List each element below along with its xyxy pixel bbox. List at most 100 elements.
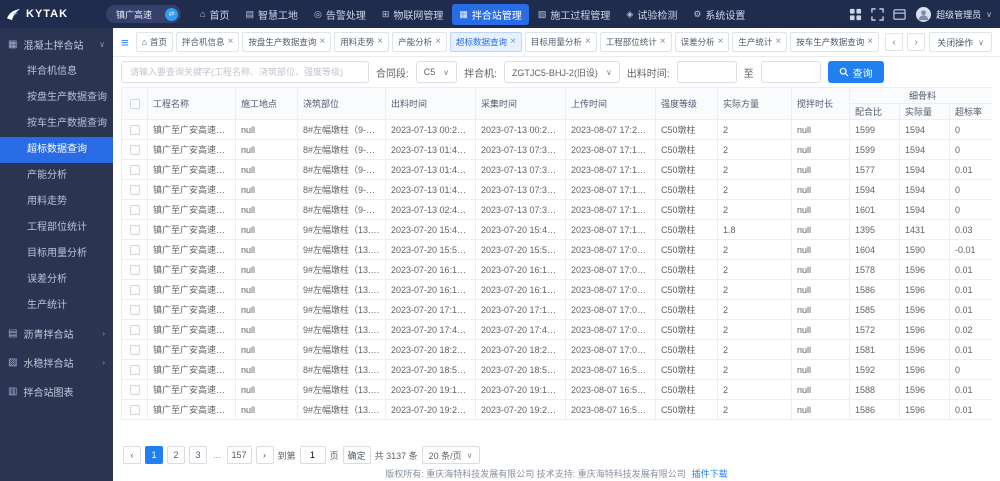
nav-item-智慧工地[interactable]: ▤ 智慧工地 [238,4,305,25]
nav-item-告警处理[interactable]: ◎ 告警处理 [307,4,373,25]
row-checkbox[interactable] [130,165,140,175]
row-checkbox[interactable] [130,285,140,295]
end-time-input[interactable] [761,61,821,83]
row-checkbox[interactable] [130,265,140,275]
collapse-sidebar-icon[interactable]: ≡ [121,35,129,50]
sidebar-item-工程部位统计[interactable]: 工程部位统计 [0,215,113,241]
tab-生产统计[interactable]: 生产统计 [732,32,787,52]
tab-按盘生产数据查询[interactable]: 按盘生产数据查询 [242,32,331,52]
project-selector[interactable]: 镇广高速 ⇄ [106,5,181,23]
close-icon[interactable] [718,37,724,47]
close-icon[interactable] [510,37,516,47]
next-page-button[interactable]: › [256,446,274,464]
row-checkbox[interactable] [130,205,140,215]
tab-用料走势[interactable]: 用料走势 [334,32,389,52]
goto-confirm-button[interactable]: 确定 [343,446,371,464]
sidebar-item-拌合机信息[interactable]: 拌合机信息 [0,59,113,85]
close-icon[interactable] [775,37,781,47]
search-button[interactable]: 查询 [828,61,884,83]
keyword-input[interactable] [121,61,369,83]
nav-item-系统设置[interactable]: ⚙ 系统设置 [686,4,752,25]
layout-icon[interactable] [893,8,906,21]
nav-item-物联网管理[interactable]: ⊞ 物联网管理 [375,4,451,25]
prev-page-button[interactable]: ‹ [123,446,141,464]
page-button[interactable]: 157 [227,446,252,464]
cell-upload-time: 2023-08-07 17:16:52 [566,180,656,200]
close-icon[interactable] [435,37,441,47]
row-checkbox[interactable] [130,185,140,195]
goto-page-input[interactable] [300,446,326,464]
nav-item-施工过程管理[interactable]: ▧ 施工过程管理 [531,4,618,25]
page-button[interactable]: 3 [189,446,207,464]
start-time-input[interactable] [677,61,737,83]
mixer-select[interactable]: ZGTJC5-BHJ-2(旧设) [504,61,620,83]
tab-按车生产数据查询[interactable]: 按车生产数据查询 [790,32,879,52]
cell-mix-duration: null [792,240,850,260]
select-all-checkbox[interactable] [130,99,140,109]
cell-site: null [236,320,298,340]
row-checkbox[interactable] [130,225,140,235]
nav-item-试验检测[interactable]: ◈ 试验检测 [619,4,684,25]
sidebar-item-按车生产数据查询[interactable]: 按车生产数据查询 [0,111,113,137]
page-size-select[interactable]: 20 条/页 [422,446,480,464]
col-header: 浇筑部位 [298,88,386,120]
sidebar-group-混凝土拌合站[interactable]: ▦ 混凝土拌合站 ∨ [0,30,113,59]
contract-select[interactable]: C5 [416,61,457,83]
scroll-tabs-left-button[interactable]: ‹ [885,33,903,51]
sidebar-group-沥青拌合站[interactable]: ▤ 沥青拌合站 › [0,319,113,348]
tab-误差分析[interactable]: 误差分析 [675,32,730,52]
table-row: 镇广至广安高速公路 null 9#左幅墩柱（13.5-... 2023-07-2… [122,380,993,400]
close-icon[interactable] [228,37,234,47]
user-menu[interactable]: 超级管理员 [916,7,992,22]
row-checkbox[interactable] [130,125,140,135]
row-checkbox[interactable] [130,405,140,415]
row-checkbox[interactable] [130,305,140,315]
page-button[interactable]: 1 [145,446,163,464]
plugin-download-link[interactable]: 插件下载 [692,467,728,480]
tab-产能分析[interactable]: 产能分析 [392,32,447,52]
close-operations-dropdown[interactable]: 关闭操作 [929,32,992,52]
row-checkbox[interactable] [130,385,140,395]
apps-grid-icon[interactable] [849,8,862,21]
sidebar-item-生产统计[interactable]: 生产统计 [0,293,113,319]
fullscreen-icon[interactable] [871,8,884,21]
sidebar-item-目标用量分析[interactable]: 目标用量分析 [0,241,113,267]
nav-item-首页[interactable]: ⌂ 首页 [193,4,236,25]
close-icon[interactable] [319,37,325,47]
tab-目标用量分析[interactable]: 目标用量分析 [525,32,597,52]
cell-mix-duration: null [792,160,850,180]
page-button[interactable]: 2 [167,446,185,464]
logo-bird-icon [6,8,21,21]
data-table-scroll-area[interactable]: 工程名称 施工地点 浇筑部位 出料时间 采集时间 上传时间 强度等级 实际方量 … [121,87,992,443]
close-icon[interactable] [867,37,873,47]
cell-strength-grade: C50墩柱 [656,380,718,400]
row-checkbox[interactable] [130,345,140,355]
switch-project-icon[interactable]: ⇄ [165,8,178,21]
nav-item-拌合站管理[interactable]: ▦ 拌合站管理 [452,4,529,25]
cell-collect-time: 2023-07-20 19:10:53 [476,380,566,400]
tab-超标数据查询[interactable]: 超标数据查询 [450,32,522,52]
cell-mix-ratio: 1586 [850,280,900,300]
row-checkbox[interactable] [130,145,140,155]
sidebar-group-拌合站图表[interactable]: ▥ 拌合站图表 [0,377,113,406]
sidebar-item-误差分析[interactable]: 误差分析 [0,267,113,293]
sidebar-group-水稳拌合站[interactable]: ▨ 水稳拌合站 › [0,348,113,377]
close-icon[interactable] [660,37,666,47]
cell-over-rate: 0 [950,200,993,220]
sidebar-item-按盘生产数据查询[interactable]: 按盘生产数据查询 [0,85,113,111]
tab-首页[interactable]: ⌂ 首页 [136,32,173,52]
row-checkbox[interactable] [130,365,140,375]
close-icon[interactable] [585,37,591,47]
sidebar-item-用料走势[interactable]: 用料走势 [0,189,113,215]
scroll-tabs-right-button[interactable]: › [907,33,925,51]
close-icon[interactable] [377,37,383,47]
table-row: 镇广至广安高速公路 null 9#左幅墩柱（13.5-... 2023-07-2… [122,240,993,260]
tab-拌合机信息[interactable]: 拌合机信息 [176,32,239,52]
cell-actual-amount: 1594 [900,140,950,160]
row-checkbox[interactable] [130,245,140,255]
row-checkbox[interactable] [130,325,140,335]
tab-工程部位统计[interactable]: 工程部位统计 [600,32,672,52]
sidebar-item-产能分析[interactable]: 产能分析 [0,163,113,189]
main-nav: ⌂ 首页 ▤ 智慧工地 ◎ 告警处理 ⊞ 物联网管理 ▦ 拌合站管理 ▧ 施工过… [193,4,843,25]
sidebar-item-超标数据查询[interactable]: 超标数据查询 [0,137,113,163]
